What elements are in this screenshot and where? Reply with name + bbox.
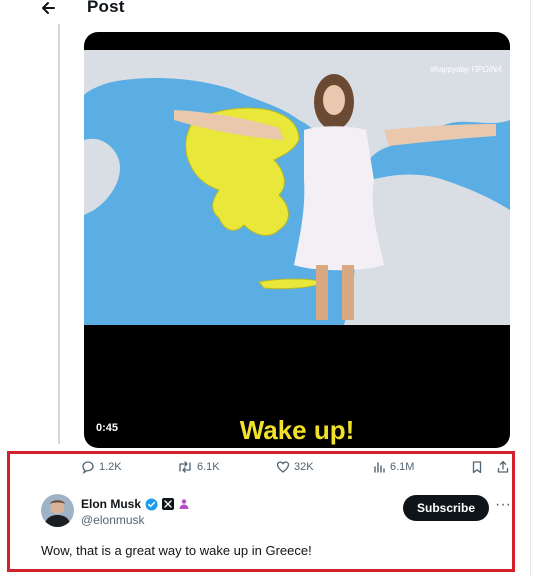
verified-badge-icon [145, 498, 158, 511]
bookmark-button[interactable] [470, 458, 484, 476]
avatar-image [41, 494, 74, 527]
author-handle[interactable]: @elonmusk [81, 513, 145, 527]
video-caption: Wake up! [239, 415, 355, 445]
avatar[interactable] [41, 494, 74, 527]
like-button[interactable]: 32K [276, 458, 314, 476]
action-bar: 1.2K 6.1K 32K 6.1M [0, 456, 550, 478]
author-name-row: Elon Musk [81, 495, 190, 513]
bookmark-icon [472, 461, 482, 474]
bar-chart-icon [374, 462, 385, 473]
top-bar: Post [0, 0, 550, 22]
video-player[interactable]: #happyday ΠΡΩΙΝΑ Wake up! 0:45 [84, 32, 510, 448]
page-title: Post [87, 0, 125, 16]
arrow-left-icon [42, 2, 55, 14]
views-count: 6.1M [390, 461, 415, 473]
more-options-button[interactable]: ··· [494, 497, 512, 516]
share-button[interactable] [496, 458, 510, 476]
reply-button[interactable]: 1.2K [81, 458, 122, 476]
back-button[interactable] [38, 0, 60, 20]
like-count: 32K [294, 461, 314, 473]
presenter-face [323, 85, 345, 115]
video-timestamp: 0:45 [96, 422, 119, 434]
subscribe-button[interactable]: Subscribe [403, 495, 489, 521]
channel-watermark: #happyday ΠΡΩΙΝΑ [430, 65, 502, 74]
video-frame: #happyday ΠΡΩΙΝΑ [84, 50, 510, 325]
author-name[interactable]: Elon Musk [81, 497, 141, 511]
x-logo-icon[interactable] [162, 498, 175, 510]
views-button[interactable]: 6.1M [372, 458, 414, 476]
person-badge-icon [178, 498, 190, 510]
speech-bubble-icon [82, 461, 94, 474]
repost-icon [179, 461, 191, 473]
heart-icon [276, 461, 290, 473]
reply-count: 1.2K [99, 461, 122, 473]
repost-button[interactable]: 6.1K [177, 458, 220, 476]
post-text: Wow, that is a great way to wake up in G… [41, 543, 312, 558]
share-icon [497, 460, 509, 473]
column-border [530, 0, 531, 577]
repost-count: 6.1K [197, 461, 220, 473]
thread-line [58, 24, 60, 444]
